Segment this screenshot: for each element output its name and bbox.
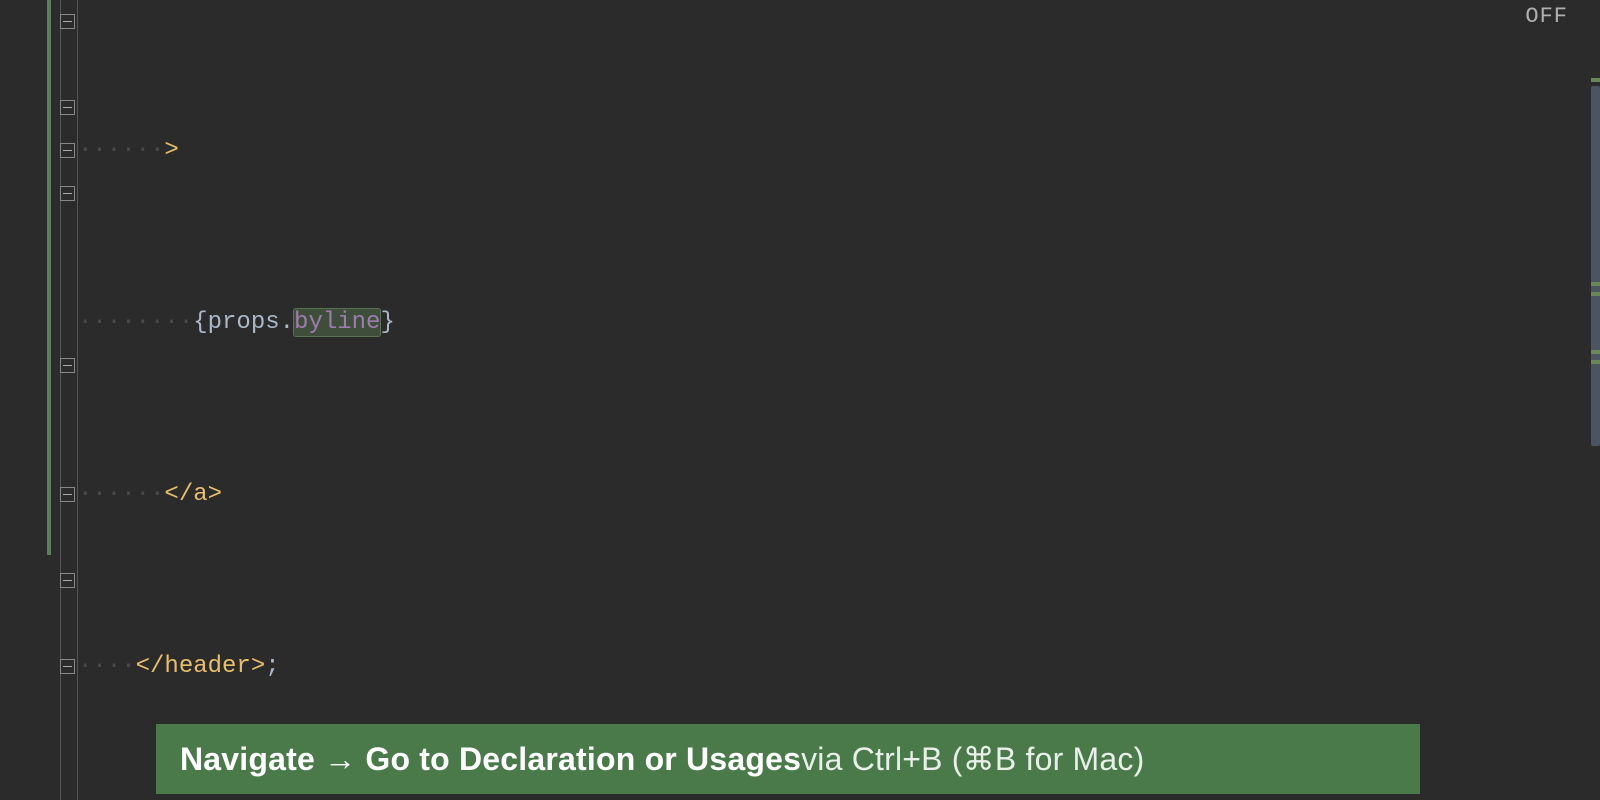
header-tag: header <box>164 653 250 680</box>
brace-close: } <box>380 309 394 336</box>
tip-banner: Navigate → Go to Declaration or Usages v… <box>156 724 1420 794</box>
code-area[interactable]: OFF ······> ········{props.byline} ·····… <box>78 0 1586 800</box>
fold-toggle[interactable] <box>0 559 77 602</box>
tip-banner-title: Navigate → Go to Declaration or Usages <box>180 741 801 778</box>
fold-toggle[interactable] <box>0 344 77 387</box>
tip-banner-rest: via Ctrl+B (⌘B for Mac) <box>801 740 1144 778</box>
vcs-change-mark <box>47 0 51 555</box>
scrollbar-thumb[interactable] <box>1591 86 1600 446</box>
rail-marker[interactable] <box>1591 350 1600 354</box>
close-a-open: </ <box>164 481 193 508</box>
fold-toggle[interactable] <box>0 86 77 129</box>
fold-toggle[interactable] <box>0 0 77 43</box>
jsx-tag-close: > <box>164 137 178 164</box>
close-header-end: > <box>251 653 265 680</box>
code-block: ······> ········{props.byline} ······</a… <box>78 0 1586 800</box>
rail-marker[interactable] <box>1591 78 1600 82</box>
a-tag: a <box>193 481 207 508</box>
right-rail[interactable] <box>1586 0 1600 800</box>
fold-toggle[interactable] <box>0 172 77 215</box>
close-header-open: </ <box>136 653 165 680</box>
byline-prop-usage: byline <box>294 309 380 336</box>
fold-toggle[interactable] <box>0 473 77 516</box>
fold-toggle[interactable] <box>0 129 77 172</box>
semicolon: ; <box>265 653 279 680</box>
close-a-end: > <box>208 481 222 508</box>
fold-toggle[interactable] <box>0 645 77 688</box>
rail-marker[interactable] <box>1591 360 1600 364</box>
gutter[interactable] <box>0 0 78 800</box>
brace-open: { <box>193 309 207 336</box>
rail-marker[interactable] <box>1591 282 1600 286</box>
expr-props: props. <box>208 309 294 336</box>
code-editor[interactable]: OFF ······> ········{props.byline} ·····… <box>0 0 1600 800</box>
rail-marker[interactable] <box>1591 292 1600 296</box>
